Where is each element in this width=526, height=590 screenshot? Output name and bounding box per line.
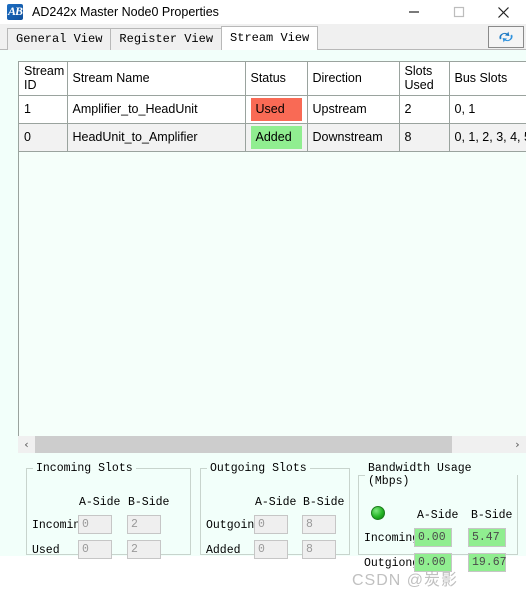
incoming-row-label-used: Used: [32, 544, 60, 557]
incoming-col-a-label: A-Side: [79, 496, 121, 509]
title-bar: AB AD242x Master Node0 Properties: [0, 0, 526, 24]
cell-bus-slots: 0, 1, 2, 3, 4, 5, 6, 7: [449, 123, 526, 152]
bandwidth-col-a-label: A-Side: [417, 509, 459, 522]
outgoing-added-b-field[interactable]: 8: [302, 540, 336, 559]
table-header-row: Stream ID Stream Name Status Direction S…: [19, 62, 526, 96]
header-line-2: ID: [24, 78, 37, 93]
tab-general-view[interactable]: General View: [7, 28, 112, 50]
stream-table: Stream ID Stream Name Status Direction S…: [19, 62, 526, 152]
incoming-slots-group: Incoming Slots A-Side B-Side Incoming 0 …: [26, 462, 191, 559]
header-line-1: Stream: [24, 64, 65, 79]
cell-bus-slots: 0, 1: [449, 95, 526, 124]
tab-register-view[interactable]: Register View: [110, 28, 223, 50]
status-led-green-icon: [371, 506, 385, 520]
tab-list: General View Register View Stream View: [7, 26, 319, 50]
bandwidth-row-label-outgoing: Outgiong: [364, 557, 420, 570]
status-badge: Added: [250, 125, 302, 149]
table-row[interactable]: 0 HeadUnit_to_Amplifier Added Downstream…: [19, 123, 526, 152]
header-line-2: Used: [404, 78, 434, 93]
outgoing-slots-legend: Outgoing Slots: [210, 462, 307, 475]
column-header-stream-id[interactable]: Stream ID: [19, 62, 68, 96]
column-header-bus-slots[interactable]: Bus Slots: [449, 62, 526, 96]
cell-status: Used: [245, 95, 308, 124]
cell-stream-id: 1: [19, 95, 68, 124]
header-line-1: Slots: [404, 64, 433, 79]
close-button[interactable]: [481, 0, 526, 24]
table-row[interactable]: 1 Amplifier_to_HeadUnit Used Upstream 2 …: [19, 95, 526, 124]
refresh-icon: [499, 31, 513, 43]
outgoing-slots-group: Outgoing Slots A-Side B-Side Outgoing 0 …: [200, 462, 350, 559]
cell-stream-name: Amplifier_to_HeadUnit: [67, 95, 246, 124]
outgoing-outgoing-a-field[interactable]: 0: [254, 515, 288, 534]
cell-slots-used: 2: [399, 95, 450, 124]
scrollbar-track[interactable]: [35, 436, 509, 453]
column-header-stream-name[interactable]: Stream Name: [67, 62, 246, 96]
cell-slots-used: 8: [399, 123, 450, 152]
bandwidth-usage-group: Bandwidth Usage (Mbps) A-Side B-Side Inc…: [358, 462, 518, 572]
column-header-slots-used[interactable]: Slots Used: [399, 62, 450, 96]
cell-stream-name: HeadUnit_to_Amplifier: [67, 123, 246, 152]
tab-stream-view[interactable]: Stream View: [221, 26, 319, 50]
maximize-button[interactable]: [436, 0, 481, 24]
window-controls: [391, 0, 526, 24]
stream-table-container[interactable]: Stream ID Stream Name Status Direction S…: [18, 61, 526, 436]
outgoing-col-b-label: B-Side: [303, 496, 345, 509]
close-icon: [498, 6, 509, 18]
minimize-button[interactable]: [391, 0, 436, 24]
tab-strip: General View Register View Stream View: [0, 24, 526, 50]
minimize-icon: [408, 11, 419, 13]
outgoing-row-label-added: Added: [206, 544, 241, 557]
incoming-incoming-b-field[interactable]: 2: [127, 515, 161, 534]
incoming-slots-legend: Incoming Slots: [36, 462, 133, 475]
stream-view-panel: Stream ID Stream Name Status Direction S…: [0, 50, 526, 589]
status-badge: Used: [250, 97, 302, 121]
bandwidth-incoming-b-field[interactable]: 5.47: [468, 528, 506, 547]
scroll-left-arrow-icon[interactable]: ‹: [18, 436, 35, 453]
incoming-incoming-a-field[interactable]: 0: [78, 515, 112, 534]
incoming-used-a-field[interactable]: 0: [78, 540, 112, 559]
cell-direction: Upstream: [307, 95, 400, 124]
column-header-status[interactable]: Status: [245, 62, 308, 96]
outgoing-outgoing-b-field[interactable]: 8: [302, 515, 336, 534]
stream-table-body: 1 Amplifier_to_HeadUnit Used Upstream 2 …: [19, 95, 526, 152]
incoming-col-b-label: B-Side: [128, 496, 170, 509]
cell-stream-id: 0: [19, 123, 68, 152]
horizontal-scrollbar[interactable]: ‹ ›: [18, 436, 526, 453]
stream-table-head: Stream ID Stream Name Status Direction S…: [19, 62, 526, 96]
incoming-used-b-field[interactable]: 2: [127, 540, 161, 559]
window-title: AD242x Master Node0 Properties: [32, 5, 219, 19]
refresh-button[interactable]: [488, 26, 524, 48]
bandwidth-incoming-a-field[interactable]: 0.00: [414, 528, 452, 547]
cell-status: Added: [245, 123, 308, 152]
column-header-direction[interactable]: Direction: [307, 62, 400, 96]
app-logo-icon: AB: [7, 4, 23, 20]
outgoing-col-a-label: A-Side: [255, 496, 297, 509]
bandwidth-usage-legend: Bandwidth Usage (Mbps): [368, 462, 472, 488]
outgoing-added-a-field[interactable]: 0: [254, 540, 288, 559]
bandwidth-col-b-label: B-Side: [471, 509, 513, 522]
scrollbar-thumb[interactable]: [35, 436, 453, 453]
bandwidth-row-label-incoming: Incoming: [364, 532, 420, 545]
maximize-icon: [453, 6, 464, 18]
outgoing-row-label-outgoing: Outgoing: [206, 519, 262, 532]
scroll-right-arrow-icon[interactable]: ›: [509, 436, 526, 453]
cell-direction: Downstream: [307, 123, 400, 152]
